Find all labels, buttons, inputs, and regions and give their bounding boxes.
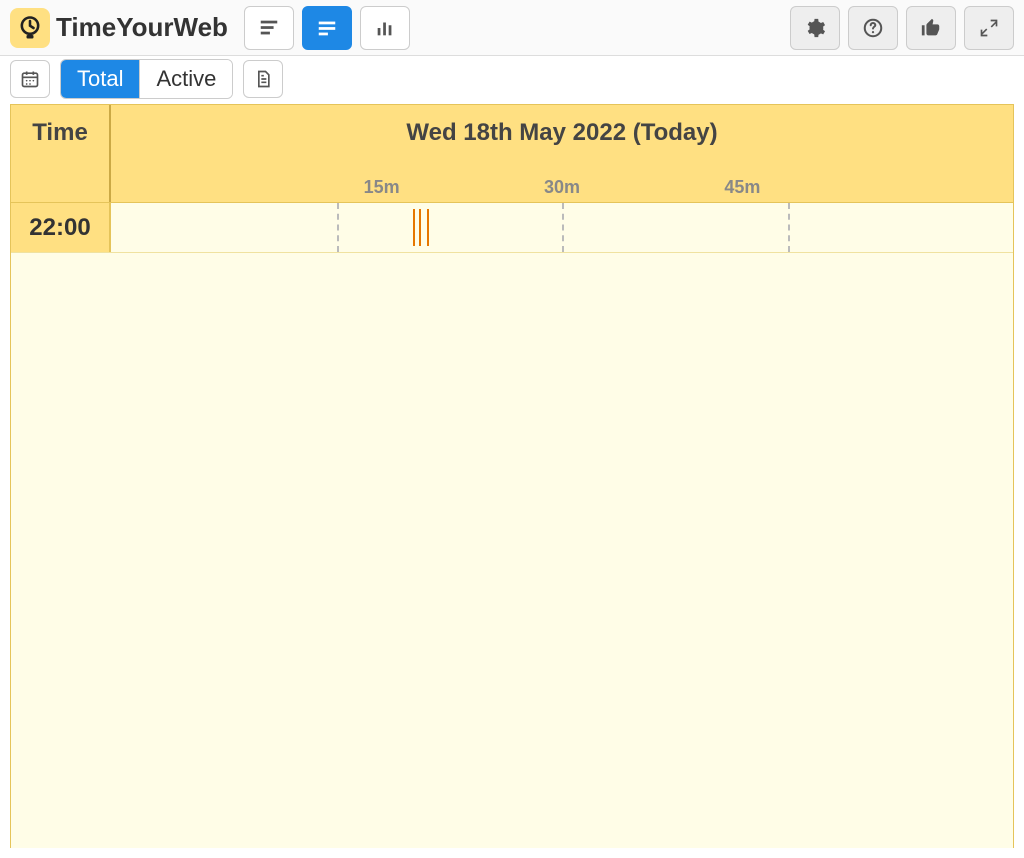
tick-60: . (833, 177, 1013, 198)
activity-mark[interactable] (419, 209, 421, 246)
activity-mark[interactable] (413, 209, 415, 246)
tick-0: . (111, 177, 291, 198)
tick-row: . 15m 30m 45m . (111, 147, 1013, 202)
tick-45: 45m (652, 177, 832, 198)
brand-title: TimeYourWeb (56, 12, 228, 43)
calendar-button[interactable] (10, 60, 50, 98)
sub-toolbar: Total Active (0, 56, 1024, 102)
tick-30: 30m (472, 177, 652, 198)
view-summary-button[interactable] (244, 6, 294, 50)
top-toolbar: TimeYourWeb (0, 0, 1024, 56)
header-row: Time Wed 18th May 2022 (Today) . 15m 30m… (10, 104, 1014, 203)
help-button[interactable] (848, 6, 898, 50)
document-icon (253, 69, 273, 89)
expand-icon (979, 18, 999, 38)
gridline-45 (788, 203, 790, 252)
bar-chart-icon (374, 17, 396, 39)
total-tab[interactable]: Total (61, 60, 139, 98)
gridline-30 (562, 203, 564, 252)
tick-15: 15m (291, 177, 471, 198)
timeline-icon (316, 17, 338, 39)
table-row: 22:00 (11, 203, 1013, 253)
date-header: Wed 18th May 2022 (Today) . 15m 30m 45m … (111, 105, 1013, 202)
date-header-text: Wed 18th May 2022 (Today) (406, 119, 717, 146)
fullscreen-button[interactable] (964, 6, 1014, 50)
right-toolbar-group (790, 6, 1014, 50)
brand: TimeYourWeb (10, 8, 228, 48)
settings-button[interactable] (790, 6, 840, 50)
help-icon (862, 17, 884, 39)
active-tab[interactable]: Active (139, 60, 232, 98)
timeline-cell[interactable] (111, 203, 1013, 252)
view-toggle-group (244, 6, 410, 50)
thumbs-up-icon (920, 17, 942, 39)
time-column-header: Time (11, 105, 111, 202)
gridline-15 (337, 203, 339, 252)
summary-icon (258, 17, 280, 39)
view-timeline-button[interactable] (302, 6, 352, 50)
brand-logo-icon (10, 8, 50, 48)
data-area[interactable]: 22:00 (10, 203, 1014, 848)
gear-icon (804, 17, 826, 39)
mode-segmented-control: Total Active (60, 59, 233, 99)
activity-mark[interactable] (427, 209, 429, 246)
calendar-icon (20, 69, 40, 89)
main-panel: Time Wed 18th May 2022 (Today) . 15m 30m… (10, 104, 1014, 848)
report-button[interactable] (243, 60, 283, 98)
view-chart-button[interactable] (360, 6, 410, 50)
like-button[interactable] (906, 6, 956, 50)
hour-cell: 22:00 (11, 203, 111, 252)
